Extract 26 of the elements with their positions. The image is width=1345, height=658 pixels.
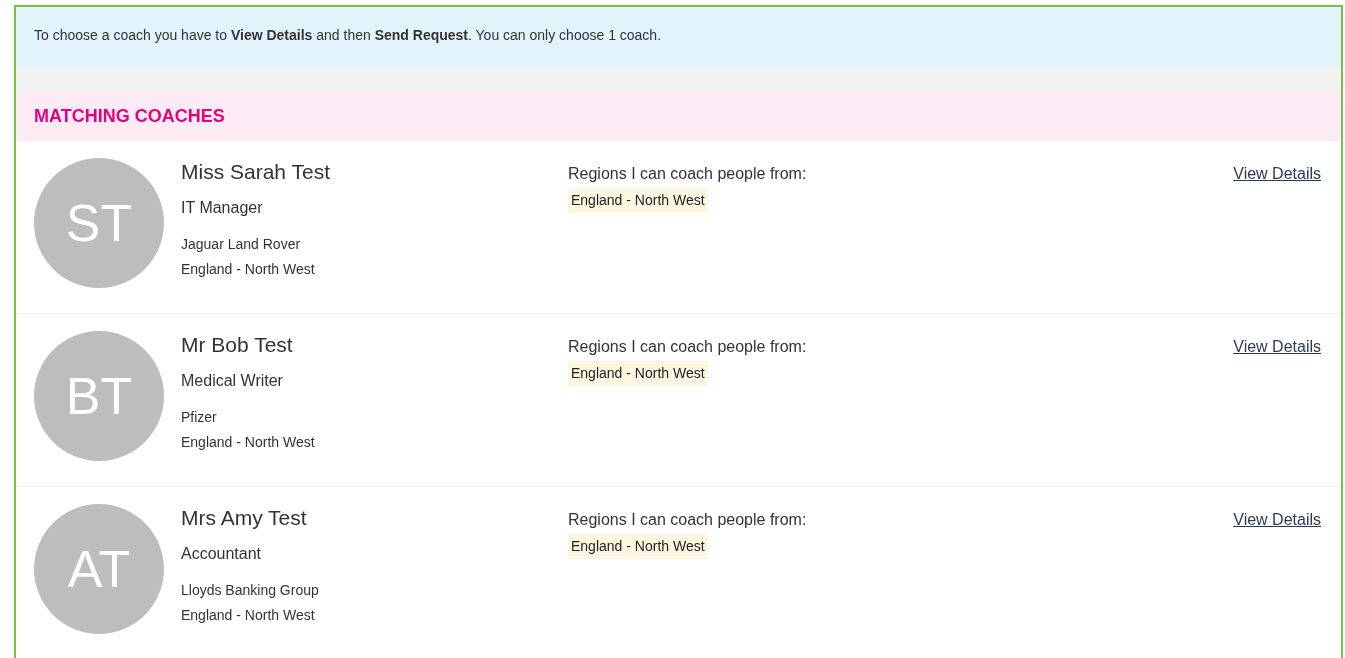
job-title: Medical Writer bbox=[181, 371, 284, 391]
coach-name: Miss Sarah Test bbox=[181, 159, 331, 185]
notice-text: To choose a coach you have to View Details and then Send Request. You can only choose 1 coach. bbox=[34, 27, 662, 43]
region-tag: England - North West bbox=[568, 534, 708, 559]
location: England - North West bbox=[181, 606, 316, 625]
coach-name: Mrs Amy Test bbox=[181, 505, 308, 531]
regions-label: Regions I can coach people from: bbox=[568, 510, 807, 530]
coach-name: Mr Bob Test bbox=[181, 332, 294, 358]
view-details-link[interactable]: View Details bbox=[1233, 338, 1321, 355]
avatar-initials: ST bbox=[65, 193, 133, 254]
regions-label: Regions I can coach people from: bbox=[568, 337, 807, 357]
region-tag: England - North West bbox=[568, 188, 708, 213]
location: England - North West bbox=[181, 260, 316, 279]
region-tag: England - North West bbox=[568, 361, 708, 386]
avatar-initials: AT bbox=[67, 539, 131, 600]
avatar-initials: BT bbox=[65, 366, 133, 427]
company: Lloyds Banking Group bbox=[181, 581, 320, 600]
section-title: MATCHING COACHES bbox=[34, 105, 225, 128]
location: England - North West bbox=[181, 433, 316, 452]
view-details-link[interactable]: View Details bbox=[1233, 165, 1321, 182]
view-details-link[interactable]: View Details bbox=[1233, 511, 1321, 528]
company: Pfizer bbox=[181, 408, 218, 427]
job-title: Accountant bbox=[181, 544, 263, 564]
company: Jaguar Land Rover bbox=[181, 235, 302, 254]
job-title: IT Manager bbox=[181, 198, 264, 218]
regions-label: Regions I can coach people from: bbox=[568, 164, 807, 184]
